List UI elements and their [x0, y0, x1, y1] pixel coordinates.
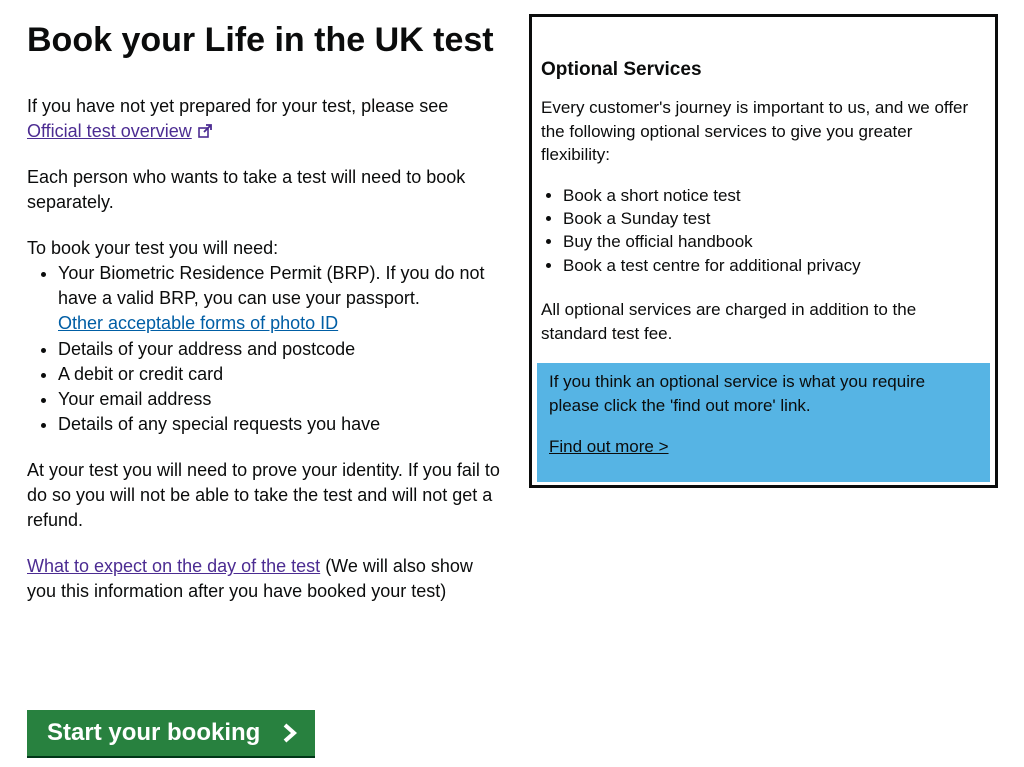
callout-text: If you think an optional service is what…	[549, 372, 926, 415]
find-out-more-callout: If you think an optional service is what…	[537, 363, 990, 482]
official-overview-link[interactable]: Official test overview	[27, 121, 212, 141]
list-item: Book a short notice test	[563, 184, 983, 207]
page-title: Book your Life in the UK test	[27, 21, 494, 59]
optional-services-intro: Every customer's journey is important to…	[541, 98, 969, 164]
list-item: Buy the official handbook	[563, 230, 983, 253]
charge-note: All optional services are charged in add…	[541, 300, 917, 343]
optional-services-heading: Optional Services	[541, 59, 702, 80]
optional-services-panel: Optional Services Every customer's journ…	[529, 14, 998, 488]
main-content: Book your Life in the UK test If you hav…	[27, 22, 502, 604]
list-item: Book a test centre for additional privac…	[563, 254, 983, 277]
start-booking-button[interactable]: Start your booking	[27, 710, 315, 756]
requirements-list: Your Biometric Residence Permit (BRP). I…	[27, 261, 502, 437]
list-item: Details of any special requests you have	[58, 412, 502, 437]
separate-booking-text: Each person who wants to take a test wil…	[27, 167, 466, 212]
prep-text: If you have not yet prepared for your te…	[27, 96, 449, 116]
list-item: Your Biometric Residence Permit (BRP). I…	[58, 261, 502, 337]
brp-text: Your Biometric Residence Permit (BRP). I…	[58, 263, 485, 309]
list-item: A debit or credit card	[58, 362, 502, 387]
prep-paragraph: If you have not yet prepared for your te…	[27, 94, 502, 144]
requirements-heading: To book your test you will need:	[27, 238, 279, 258]
optional-services-list: Book a short notice test Book a Sunday t…	[541, 184, 983, 277]
what-to-expect-link[interactable]: What to expect on the day of the test	[27, 556, 320, 576]
identity-warning: At your test you will need to prove your…	[27, 460, 500, 531]
external-link-icon	[197, 124, 212, 138]
start-booking-label: Start your booking	[47, 719, 261, 746]
find-out-more-link[interactable]: Find out more >	[549, 435, 669, 459]
chevron-right-icon	[283, 723, 298, 743]
list-item: Your email address	[58, 387, 502, 412]
list-item: Book a Sunday test	[563, 207, 983, 230]
expect-paragraph: What to expect on the day of the test (W…	[27, 554, 502, 604]
photo-id-link[interactable]: Other acceptable forms of photo ID	[58, 313, 338, 333]
list-item: Details of your address and postcode	[58, 337, 502, 362]
